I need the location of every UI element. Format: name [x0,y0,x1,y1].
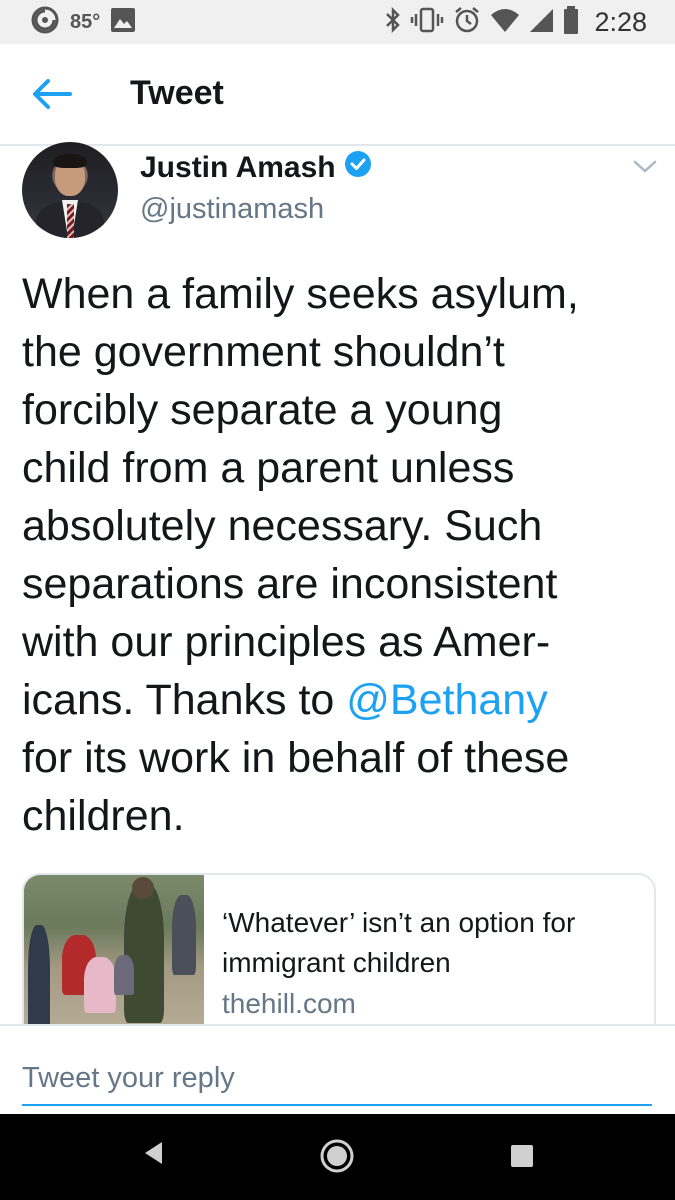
tweet-line: When a family seeks asylum, [22,270,579,318]
link-card[interactable]: ‘Whatever’ isn’t an option for immigrant… [22,873,656,1047]
thumb-figure [114,955,134,995]
tweet-line: child from a parent unless [22,444,515,492]
tweet-options-button[interactable] [632,158,658,176]
tweet-line: forcibly separate a young [22,386,503,434]
link-card-thumbnail [24,875,204,1045]
nav-recents-button[interactable] [509,1143,535,1174]
bluetooth-icon [384,6,402,39]
status-left: 85° [30,6,136,38]
signal-icon [528,7,554,38]
tweet-line: the government shouldn’t [22,328,505,376]
temperature: 85° [70,10,101,33]
reply-bar [0,1024,675,1116]
system-nav-bar [0,1114,675,1200]
tweet-line: children. [22,792,185,840]
author-handle[interactable]: @justinamash [140,193,324,226]
status-bar: 85° 2:28 [0,0,675,44]
mention-link[interactable]: @Bethany [346,676,547,724]
nav-back-button[interactable] [140,1138,166,1173]
tweet-line-text: icans. Thanks to [22,676,347,724]
tweet-text: When a family seeks asylum, the governme… [22,265,662,845]
verified-badge-icon [344,150,372,186]
tweet-line: with our principles as Amer- [22,618,551,666]
battery-icon [562,5,580,40]
triangle-back-icon [145,1142,162,1164]
wifi-icon [490,7,520,38]
thumb-figure [132,877,154,899]
location-icon [30,5,60,40]
clock: 2:28 [594,6,647,37]
display-name-text: Justin Amash [140,151,336,184]
tweet-line-with-mention: icans. Thanks to @Bethany [22,671,662,729]
vibrate-icon [410,6,444,39]
back-button[interactable] [30,76,74,112]
chevron-down-icon [633,160,657,173]
app-header: Tweet [0,44,675,146]
page-title: Tweet [130,74,224,112]
avatar-hair [53,154,87,168]
author-name[interactable]: Justin Amash [140,150,372,186]
link-card-title: ‘Whatever’ isn’t an option for immigrant… [222,907,576,978]
thumb-figure [172,895,196,975]
reply-input[interactable] [22,1052,652,1106]
thumb-figure [124,883,164,1023]
alarm-icon [452,5,482,40]
tweet-line: for its work in behalf of these [22,734,570,782]
arrow-left-icon [33,79,72,109]
nav-home-button[interactable] [319,1138,355,1179]
status-right: 2:28 [384,5,647,40]
thumb-figure [28,925,50,1035]
thumb-figure [84,957,116,1013]
circle-home-icon [320,1139,354,1173]
image-icon [110,7,136,38]
square-recents-icon [511,1145,533,1167]
avatar[interactable] [22,142,118,238]
link-card-domain: thehill.com [222,988,356,1019]
tweet-line: absolutely necessary. Such [22,502,543,550]
avatar-tie [67,204,74,238]
tweet-line: separations are inconsistent [22,560,558,608]
